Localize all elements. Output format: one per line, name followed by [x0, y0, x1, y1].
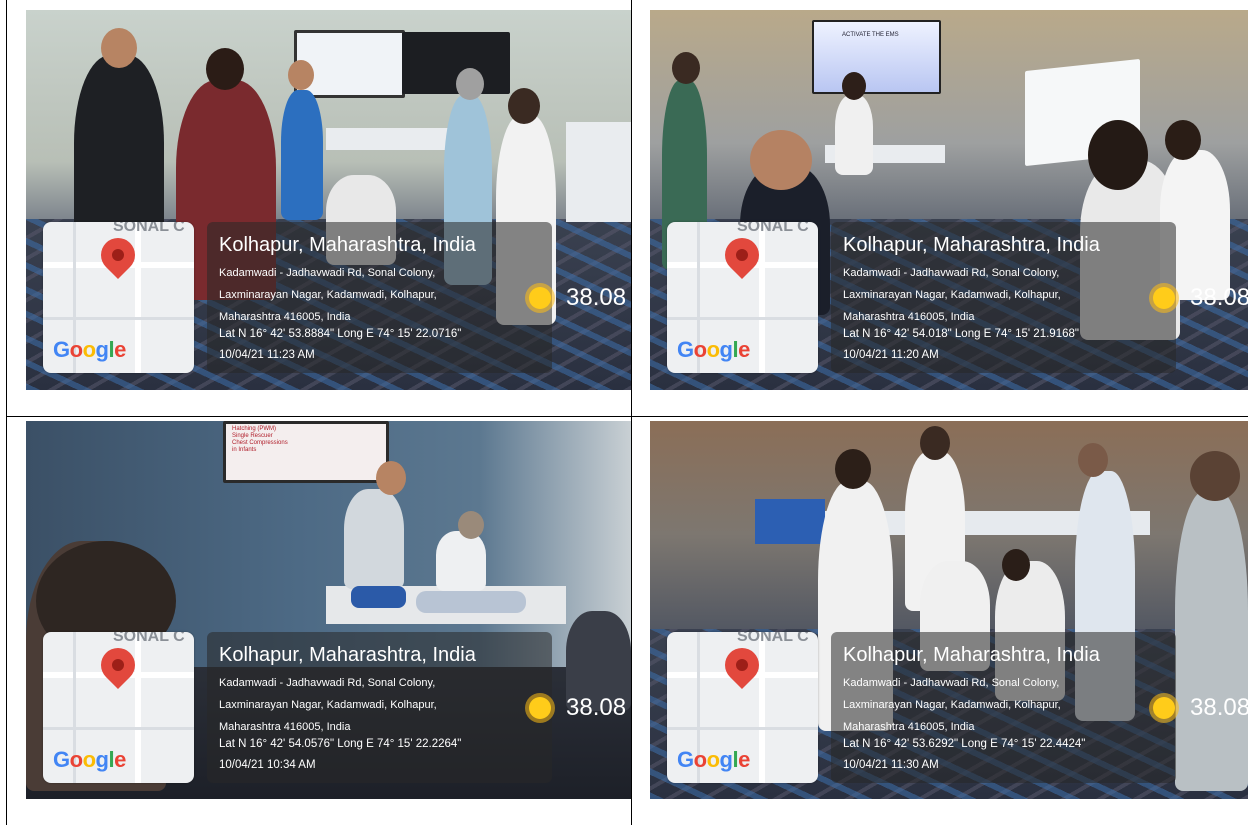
- presentation-screen-2: ACTIVATE THE EMS: [812, 20, 941, 94]
- map-label: SONAL C: [113, 222, 185, 235]
- location-address: Kadamwadi - Jadhavwadi Rd, Sonal Colony,…: [843, 677, 1061, 733]
- google-logo: Google: [677, 747, 750, 772]
- map-thumbnail-1: SONAL C Google: [43, 222, 194, 373]
- location-address: Kadamwadi - Jadhavwadi Rd, Sonal Colony,…: [843, 267, 1061, 323]
- sun-icon: [1153, 287, 1175, 309]
- map-thumbnail-4: SONAL C Google: [667, 632, 818, 783]
- photo-timestamp: 10/04/21 10:34 AM: [219, 759, 316, 771]
- sun-icon: [1153, 697, 1175, 719]
- location-city: Kolhapur, Maharashtra, India: [219, 234, 476, 256]
- geotag-panel-2: Kolhapur, Maharashtra, India Kadamwadi -…: [831, 222, 1176, 373]
- geotag-panel-4: Kolhapur, Maharashtra, India Kadamwadi -…: [831, 632, 1176, 783]
- temperature: 38.08: [566, 284, 627, 311]
- sun-icon: [529, 287, 551, 309]
- photo-timestamp: 10/04/21 11:30 AM: [843, 759, 939, 771]
- photo-timestamp: 10/04/21 11:20 AM: [843, 349, 939, 361]
- temperature: 38.08: [1190, 694, 1248, 721]
- screen-text-3: Hatching (PWM) Single Rescuer Chest Comp…: [232, 426, 288, 453]
- location-address: Kadamwadi - Jadhavwadi Rd, Sonal Colony,…: [219, 677, 437, 733]
- location-coordinates: Lat N 16° 42' 54.0576" Long E 74° 15' 22…: [219, 738, 462, 750]
- geotag-panel-1: Kolhapur, Maharashtra, India Kadamwadi -…: [207, 222, 552, 373]
- location-coordinates: Lat N 16° 42' 53.6292" Long E 74° 15' 22…: [843, 738, 1086, 750]
- table-border-center: [631, 0, 632, 825]
- table-border-middle: [6, 416, 1248, 417]
- google-logo: Google: [53, 337, 126, 362]
- location-coordinates: Lat N 16° 42' 53.8884" Long E 74° 15' 22…: [219, 328, 462, 340]
- temperature: 38.08: [566, 694, 627, 721]
- map-label: SONAL C: [113, 632, 185, 645]
- screen-text-2: ACTIVATE THE EMS: [842, 32, 899, 38]
- location-address: Kadamwadi - Jadhavwadi Rd, Sonal Colony,…: [219, 267, 437, 323]
- location-city: Kolhapur, Maharashtra, India: [219, 644, 476, 666]
- map-label: SONAL C: [737, 222, 809, 235]
- map-thumbnail-2: SONAL C Google: [667, 222, 818, 373]
- location-city: Kolhapur, Maharashtra, India: [843, 644, 1100, 666]
- location-coordinates: Lat N 16° 42' 54.018" Long E 74° 15' 21.…: [843, 328, 1079, 340]
- google-logo: Google: [53, 747, 126, 772]
- presentation-screen-3: Hatching (PWM) Single Rescuer Chest Comp…: [223, 421, 389, 483]
- photo-timestamp: 10/04/21 11:23 AM: [219, 349, 315, 361]
- map-thumbnail-3: SONAL C Google: [43, 632, 194, 783]
- geotag-panel-3: Kolhapur, Maharashtra, India Kadamwadi -…: [207, 632, 552, 783]
- map-label: SONAL C: [737, 632, 809, 645]
- location-city: Kolhapur, Maharashtra, India: [843, 234, 1100, 256]
- sun-icon: [529, 697, 551, 719]
- temperature: 38.08: [1190, 284, 1248, 311]
- table-border-left: [6, 0, 7, 825]
- google-logo: Google: [677, 337, 750, 362]
